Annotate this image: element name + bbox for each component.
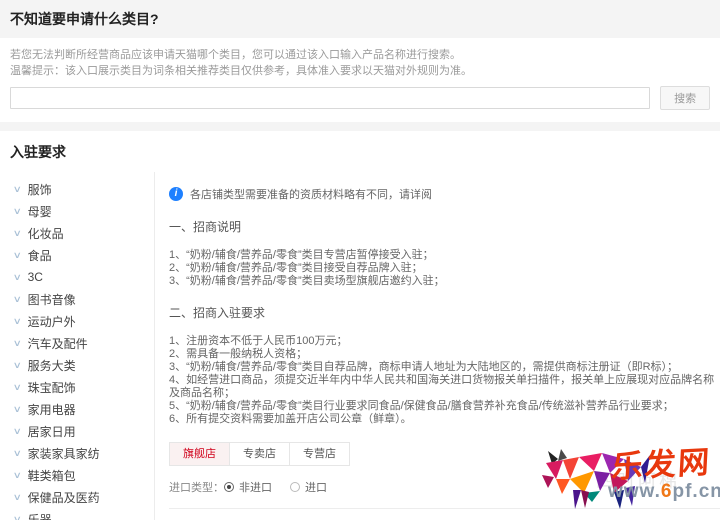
sidebar-item-label: 食品 [28, 247, 52, 264]
chevron-down-icon: ∨ [13, 360, 22, 371]
sidebar-item-auto-parts[interactable]: ∨ 汽车及配件 [0, 332, 154, 354]
sidebar-item-clothing[interactable]: ∨ 服饰 [0, 178, 154, 200]
radio-label: 非进口 [239, 479, 272, 495]
radio-import[interactable]: 进口 [290, 479, 327, 495]
sidebar-item-home-daily[interactable]: ∨ 居家日用 [0, 420, 154, 442]
radio-dot-icon [290, 482, 300, 492]
chevron-down-icon: ∨ [13, 382, 22, 393]
sidebar-item-services[interactable]: ∨ 服务大类 [0, 354, 154, 376]
import-type-row: 进口类型： 非进口 进口 [169, 479, 720, 495]
sidebar-item-label: 3C [28, 270, 43, 284]
sidebar-item-label: 珠宝配饰 [28, 379, 76, 396]
tab-flagship-store[interactable]: 旗舰店 [169, 442, 230, 466]
import-type-label: 进口类型： [169, 479, 224, 495]
page: 不知道要申请什么类目? 若您无法判断所经营商品应该申请天猫哪个类目，您可以通过该… [0, 0, 720, 520]
search-description-line1: 若您无法判断所经营商品应该申请天猫哪个类目，您可以通过该入口输入产品名称进行搜索… [10, 47, 710, 63]
sidebar-item-label: 母婴 [28, 203, 52, 220]
sidebar-item-shoes-bags[interactable]: ∨ 鞋类箱包 [0, 464, 154, 486]
chevron-down-icon: ∨ [13, 272, 22, 283]
sidebar-item-jewelry[interactable]: ∨ 珠宝配饰 [0, 376, 154, 398]
sidebar-item-label: 家用电器 [28, 401, 76, 418]
sidebar-item-label: 乐器 [28, 511, 52, 520]
list-item: 4、如经营进口商品，须提交近半年内中华人民共和国海关进口货物报关单扫描件，报关单… [169, 374, 720, 400]
sidebar-item-label: 居家日用 [28, 423, 76, 440]
search-description-line2: 温馨提示：该入口展示类目为词条相关推荐类目仅供参考，具体准入要求以天猫对外规则为… [10, 63, 710, 79]
sidebar-item-label: 图书音像 [28, 291, 76, 308]
chevron-down-icon: ∨ [13, 470, 22, 481]
sidebar-item-label: 化妆品 [28, 225, 64, 242]
list-item: 2、“奶粉/辅食/营养品/零食”类目接受自荐品牌入驻； [169, 262, 720, 275]
notice-text: 各店铺类型需要准备的资质材料略有不同，请详阅 [190, 186, 432, 202]
list-item: 3、“奶粉/辅食/营养品/零食”类目卖场型旗舰店邀约入驻； [169, 275, 720, 288]
section-gap [0, 122, 720, 131]
search-row: 搜索 [10, 86, 710, 110]
sidebar-item-books-av[interactable]: ∨ 图书音像 [0, 288, 154, 310]
sidebar-item-label: 保健品及医药 [28, 489, 100, 506]
chevron-down-icon: ∨ [13, 316, 22, 327]
sidebar-item-appliances[interactable]: ∨ 家用电器 [0, 398, 154, 420]
category-search-section: 不知道要申请什么类目? 若您无法判断所经营商品应该申请天猫哪个类目，您可以通过该… [0, 0, 720, 122]
sidebar-item-home-furnishing[interactable]: ∨ 家装家具家纺 [0, 442, 154, 464]
chevron-down-icon: ∨ [13, 514, 22, 520]
entry-requirements-title: 入驻要求 [0, 131, 720, 172]
category-sidebar: ∨服饰 ∨母婴 ∨化妆品 ∨食品 ∨3C ∨图书音像 ∨运动户外 ∨汽车及配件 … [0, 172, 155, 520]
part1-title: 一、招商说明 [169, 218, 720, 235]
radio-label: 进口 [305, 479, 327, 495]
sidebar-item-label: 汽车及配件 [28, 335, 88, 352]
chevron-down-icon: ∨ [13, 228, 22, 239]
list-item: 1、“奶粉/辅食/营养品/零食”类目专营店暂停接受入驻； [169, 249, 720, 262]
sidebar-item-health-medicine[interactable]: ∨ 保健品及医药 [0, 486, 154, 508]
page-title: 不知道要申请什么类目? [0, 0, 720, 38]
requirements-body: ∨服饰 ∨母婴 ∨化妆品 ∨食品 ∨3C ∨图书音像 ∨运动户外 ∨汽车及配件 … [0, 172, 720, 520]
radio-non-import[interactable]: 非进口 [224, 479, 272, 495]
radio-dot-icon [224, 482, 234, 492]
tab-franchise-store[interactable]: 专营店 [289, 442, 350, 466]
chevron-down-icon: ∨ [13, 426, 22, 437]
sidebar-item-label: 服务大类 [28, 357, 76, 374]
list-item: 1、注册资本不低于人民币100万元； [169, 335, 720, 348]
chevron-down-icon: ∨ [13, 250, 22, 261]
info-icon: i [169, 187, 183, 201]
part1-list: 1、“奶粉/辅食/营养品/零食”类目专营店暂停接受入驻； 2、“奶粉/辅食/营养… [169, 249, 720, 288]
requirements-content: i 各店铺类型需要准备的资质材料略有不同，请详阅 一、招商说明 1、“奶粉/辅食… [155, 172, 720, 520]
sidebar-item-label: 服饰 [28, 181, 52, 198]
sidebar-item-3c[interactable]: ∨ 3C [0, 266, 154, 288]
sidebar-item-mother-baby[interactable]: ∨ 母婴 [0, 200, 154, 222]
chevron-down-icon: ∨ [13, 338, 22, 349]
tab-exclusive-store[interactable]: 专卖店 [229, 442, 290, 466]
chevron-down-icon: ∨ [13, 184, 22, 195]
sidebar-item-label: 运动户外 [28, 313, 76, 330]
part2-list: 1、注册资本不低于人民币100万元； 2、需具备一般纳税人资格； 3、“奶粉/辅… [169, 335, 720, 426]
sidebar-item-sports-outdoor[interactable]: ∨ 运动户外 [0, 310, 154, 332]
chevron-down-icon: ∨ [13, 294, 22, 305]
store-type-tabs: 旗舰店 专卖店 专营店 [169, 442, 720, 466]
sidebar-item-label: 家装家具家纺 [28, 445, 100, 462]
search-input[interactable] [10, 87, 650, 109]
chevron-down-icon: ∨ [13, 448, 22, 459]
list-item: 2、需具备一般纳税人资格； [169, 348, 720, 361]
list-item: 5、“奶粉/辅食/营养品/零食”类目行业要求同食品/保健食品/膳食营养补充食品/… [169, 400, 720, 413]
chevron-down-icon: ∨ [13, 492, 22, 503]
search-panel: 若您无法判断所经营商品应该申请天猫哪个类目，您可以通过该入口输入产品名称进行搜索… [0, 38, 720, 122]
list-item: 6、所有提交资料需要加盖开店公司公章（鲜章）。 [169, 413, 720, 426]
search-button[interactable]: 搜索 [660, 86, 710, 110]
chevron-down-icon: ∨ [13, 404, 22, 415]
chevron-down-icon: ∨ [13, 206, 22, 217]
sidebar-item-cosmetics[interactable]: ∨ 化妆品 [0, 222, 154, 244]
list-item: 3、“奶粉/辅食/营养品/零食”类目自荐品牌，商标申请人地址为大陆地区的，需提供… [169, 361, 720, 374]
part2-title: 二、招商入驻要求 [169, 304, 720, 321]
sidebar-item-instruments[interactable]: ∨ 乐器 [0, 508, 154, 520]
notice-row: i 各店铺类型需要准备的资质材料略有不同，请详阅 [169, 186, 720, 202]
sidebar-item-label: 鞋类箱包 [28, 467, 76, 484]
sidebar-item-food[interactable]: ∨ 食品 [0, 244, 154, 266]
entry-requirements-section: 入驻要求 ∨ 服饰 ∨ 母婴 ∨ 化妆品 ∨ 食品 ∨ 3C ∨ 图书音像 ∨ 运动户外 ∨ 汽… [0, 131, 720, 520]
divider [169, 508, 720, 509]
